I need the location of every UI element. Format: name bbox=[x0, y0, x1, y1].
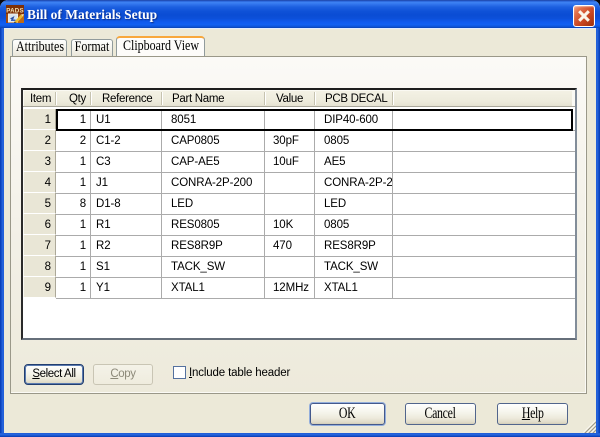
svg-text:PADS: PADS bbox=[6, 8, 24, 15]
